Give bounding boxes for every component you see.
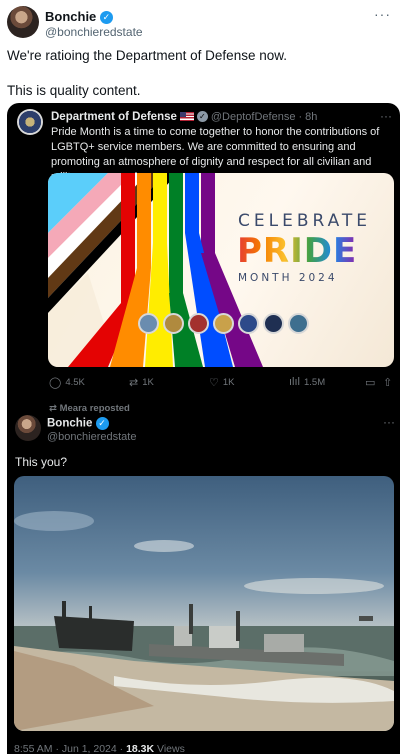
seal-icon <box>213 313 234 334</box>
photo-graphic <box>14 511 394 731</box>
month-text: MONTH 2024 <box>238 272 338 284</box>
bookmark-button[interactable]: ▭ <box>365 376 375 389</box>
service-seals <box>138 313 309 335</box>
repost-icon: ⇄ <box>49 403 60 414</box>
verified-badge-icon: ✓ <box>95 417 109 430</box>
repost-button[interactable]: ⇄ 1K <box>129 376 154 389</box>
author-name-text[interactable]: Bonchie <box>45 9 96 24</box>
timestamp-text[interactable]: 8:55 AM · Jun 1, 2024 · <box>14 743 123 754</box>
tweet-timestamp: 8:55 AM · Jun 1, 2024 · 18.3K Views <box>14 743 185 754</box>
tweet-text-line: This is quality content. <box>7 83 141 98</box>
view-count: 1.5M <box>304 376 326 388</box>
like-count: 1K <box>222 377 235 388</box>
avatar[interactable] <box>15 415 41 441</box>
quoted-author-name-text[interactable]: Department of Defense <box>51 111 177 123</box>
pride-text: PRIDE <box>237 231 358 271</box>
seal-icon <box>238 313 259 334</box>
us-flag-icon <box>179 112 194 122</box>
reply-author-name-text[interactable]: Bonchie <box>47 418 92 430</box>
verified-badge-icon: ✓ <box>196 111 208 123</box>
author-name[interactable]: Bonchie ✓ <box>45 9 113 25</box>
reply-author-name[interactable]: Bonchie ✓ <box>47 417 109 430</box>
pride-month-image[interactable]: CELEBRATE PRIDE MONTH 2024 <box>48 173 394 367</box>
reply-tweet-header: Bonchie ✓ @bonchieredstate ··· <box>15 415 395 443</box>
repost-indicator: ⇄ Meara reposted <box>49 403 130 414</box>
seal-icon <box>188 313 209 334</box>
repost-count: 1K <box>142 377 154 388</box>
repost-icon: ⇄ <box>129 377 139 389</box>
more-options-icon[interactable]: ··· <box>380 109 392 123</box>
views-button[interactable]: ılıl 1.5M <box>289 376 325 388</box>
author-handle[interactable]: @bonchieredstate <box>45 25 143 39</box>
quoted-time: · 8h <box>298 111 318 123</box>
quoted-author-handle[interactable]: @DeptofDefense <box>211 111 296 123</box>
seal-icon <box>263 313 284 334</box>
bar-chart-icon: ılıl <box>289 376 300 388</box>
quoted-author-name[interactable]: Department of Defense ✓ @DeptofDefense · 8h <box>51 111 317 123</box>
repost-label[interactable]: Meara reposted <box>60 403 130 414</box>
celebrate-text: CELEBRATE <box>238 211 372 231</box>
reply-author-handle[interactable]: @bonchieredstate <box>47 431 136 443</box>
reply-icon: ◯ <box>49 377 62 389</box>
view-count: 18.3K <box>126 743 155 754</box>
views-label: Views <box>157 743 185 754</box>
beach-pier-photo[interactable] <box>14 476 394 731</box>
seal-icon <box>288 313 309 334</box>
tweet-header: Bonchie ✓ @bonchieredstate ··· <box>7 6 393 39</box>
share-icon: ⇧ <box>383 377 393 389</box>
dod-seal-avatar[interactable] <box>17 109 43 135</box>
seal-icon <box>138 313 159 334</box>
like-button[interactable]: ♡ 1K <box>209 376 235 389</box>
heart-icon: ♡ <box>209 377 219 389</box>
more-options-icon[interactable]: ··· <box>383 415 395 429</box>
reply-count: 4.5K <box>65 377 85 388</box>
reply-tweet-text: This you? <box>15 455 68 469</box>
verified-badge-icon: ✓ <box>99 11 113 25</box>
tweet-text-line: We're ratioing the Department of Defense… <box>7 48 287 63</box>
quoted-tweet-actions: ◯ 4.5K ⇄ 1K ♡ 1K ılıl 1.5M ▭ ⇧ <box>49 376 395 390</box>
more-options-icon[interactable]: ··· <box>374 6 391 22</box>
embedded-screenshot: Department of Defense ✓ @DeptofDefense · 8h… <box>7 103 400 754</box>
reply-button[interactable]: ◯ 4.5K <box>49 376 85 389</box>
seal-icon <box>163 313 184 334</box>
avatar[interactable] <box>7 6 39 38</box>
bookmark-icon: ▭ <box>365 377 376 389</box>
share-button[interactable]: ⇧ <box>383 376 392 389</box>
